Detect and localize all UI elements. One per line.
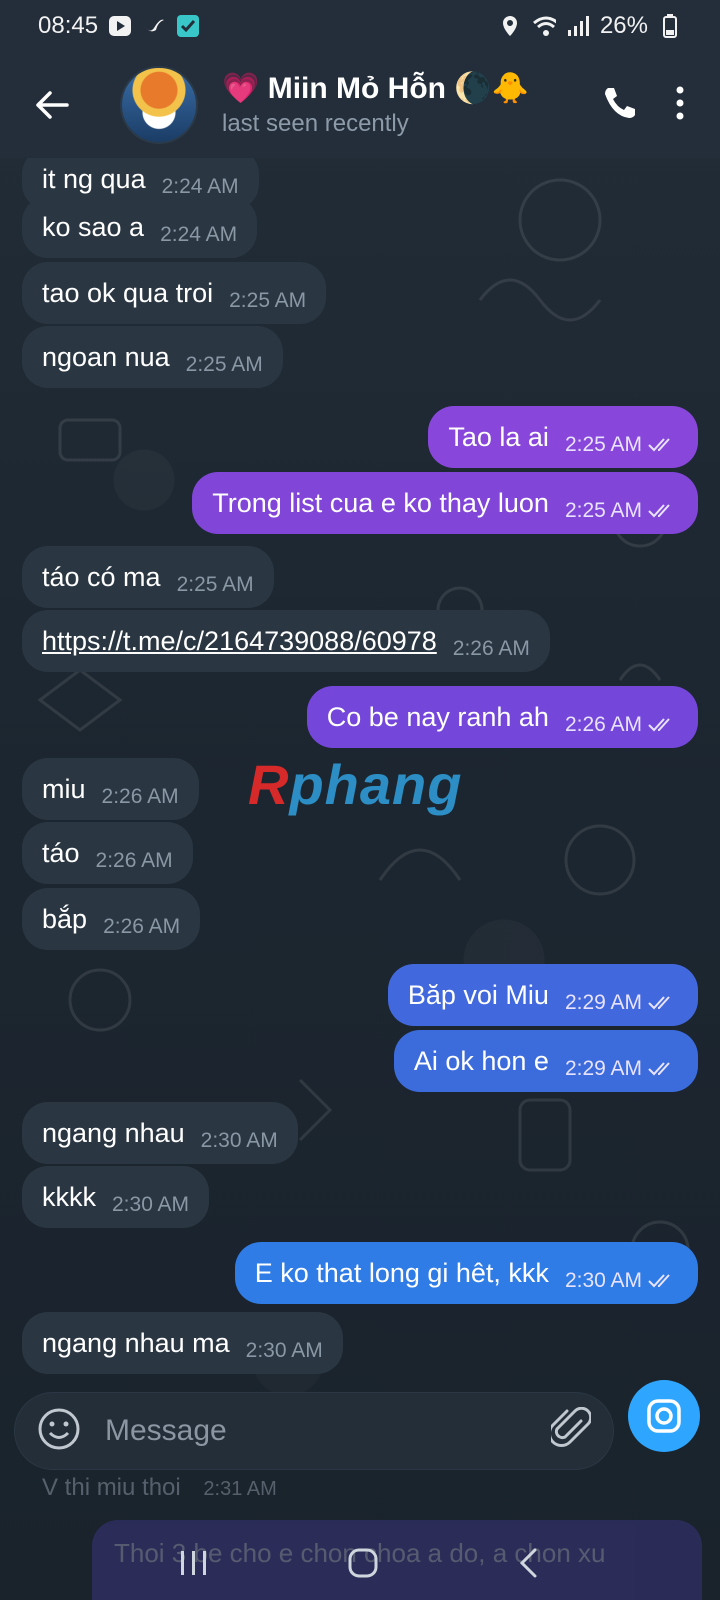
message-time: 2:25 AM xyxy=(176,573,254,596)
message-incoming[interactable]: tao ok qua troi 2:25 AM xyxy=(22,262,327,324)
message-text: ngang nhau ma xyxy=(42,1327,230,1358)
hidden-message-preview: V thi miu thoi 2:31 AM xyxy=(42,1474,277,1502)
chat-title-block[interactable]: 💗 Miin Mỏ Hỗn 🌘🐥 last seen recently xyxy=(222,70,529,140)
double-check-icon xyxy=(648,1061,678,1077)
watermark-rest: phang xyxy=(289,753,463,816)
message-incoming[interactable]: táo có ma 2:25 AM xyxy=(22,546,274,608)
message-text: Tao la ai xyxy=(448,421,549,452)
check-app-icon xyxy=(176,14,200,38)
message-time: 2:30 AM xyxy=(200,1129,278,1152)
message-text: E ko that long gi hêt, kkk xyxy=(254,1257,549,1288)
message-incoming[interactable]: miu 2:26 AM xyxy=(22,758,199,820)
contact-name: Miin Mỏ Hỗn xyxy=(267,72,446,105)
battery-percent: 26% xyxy=(599,12,648,39)
message-incoming[interactable]: https://t.me/c/2164739088/60978 2:26 AM xyxy=(22,610,550,672)
signal-icon xyxy=(566,14,590,38)
avatar[interactable] xyxy=(120,66,198,144)
message-text: tao ok qua troi xyxy=(42,277,214,308)
title-suffix-emoji: 🌘🐥 xyxy=(454,72,530,105)
double-check-icon xyxy=(648,503,678,519)
system-nav-bar xyxy=(0,1530,720,1600)
message-time: 2:25 AM xyxy=(564,433,642,456)
message-incoming[interactable]: ngang nhau ma 2:30 AM xyxy=(22,1312,343,1374)
location-icon xyxy=(498,14,522,38)
message-outgoing[interactable]: Ai ok hon e 2:29 AM xyxy=(393,1030,698,1092)
message-time: 2:25 AM xyxy=(185,353,263,376)
chat-title: 💗 Miin Mỏ Hỗn 🌘🐥 xyxy=(222,70,529,108)
message-input[interactable] xyxy=(105,1414,505,1448)
message-time: 2:30 AM xyxy=(564,1269,642,1292)
message-text: it ng qua xyxy=(42,163,146,194)
message-composer xyxy=(14,1392,614,1470)
message-incoming[interactable]: ngang nhau 2:30 AM xyxy=(22,1102,298,1164)
camera-icon xyxy=(647,1399,681,1433)
title-prefix-emoji: 💗 xyxy=(222,72,260,105)
message-text: Băp voi Miu xyxy=(407,979,549,1010)
more-options-icon[interactable] xyxy=(676,86,684,125)
message-time: 2:29 AM xyxy=(564,991,642,1014)
double-check-icon xyxy=(648,995,678,1011)
camera-button[interactable] xyxy=(628,1380,700,1452)
message-incoming[interactable]: kkkk 2:30 AM xyxy=(22,1166,210,1228)
message-time: 2:24 AM xyxy=(160,223,238,246)
message-text: ngoan nua xyxy=(42,341,170,372)
message-time: 2:26 AM xyxy=(101,785,179,808)
message-outgoing[interactable]: Co be nay ranh ah 2:26 AM xyxy=(306,686,698,748)
message-time: 2:26 AM xyxy=(95,849,173,872)
message-outgoing[interactable]: Băp voi Miu 2:29 AM xyxy=(387,964,698,1026)
message-outgoing[interactable]: Tao la ai 2:25 AM xyxy=(428,406,698,468)
message-text: Ai ok hon e xyxy=(413,1045,549,1076)
message-time: 2:30 AM xyxy=(245,1339,323,1362)
phone-icon[interactable] xyxy=(600,85,636,126)
battery-icon xyxy=(658,14,682,38)
message-time: 2:26 AM xyxy=(564,713,642,736)
attach-icon[interactable] xyxy=(548,1406,593,1456)
watermark-first-letter: R xyxy=(248,753,290,816)
message-text: bắp xyxy=(42,903,88,934)
message-incoming[interactable]: ko sao a 2:24 AM xyxy=(22,196,258,258)
double-check-icon xyxy=(648,1273,678,1289)
watermark-logo: Rphang xyxy=(248,752,462,817)
message-incoming[interactable]: táo 2:26 AM xyxy=(22,822,193,884)
recent-apps-icon[interactable] xyxy=(179,1549,209,1582)
message-text: táo có ma xyxy=(42,561,161,592)
chat-header: 💗 Miin Mỏ Hỗn 🌘🐥 last seen recently xyxy=(0,52,720,158)
message-time: 2:26 AM xyxy=(452,637,530,660)
message-time: 2:26 AM xyxy=(103,915,181,938)
message-incoming[interactable]: ngoan nua 2:25 AM xyxy=(22,326,283,388)
message-text: kkkk xyxy=(42,1181,96,1212)
message-outgoing[interactable]: Trong list cua e ko thay luon 2:25 AM xyxy=(192,472,698,534)
message-text: ngang nhau xyxy=(42,1117,185,1148)
message-text: miu xyxy=(42,773,86,804)
last-seen-status: last seen recently xyxy=(222,110,409,137)
arrow-left-icon xyxy=(36,91,69,119)
message-time: 2:30 AM xyxy=(112,1193,190,1216)
message-text: Trong list cua e ko thay luon xyxy=(212,487,549,518)
nav-back-icon[interactable] xyxy=(517,1547,541,1584)
message-text: táo xyxy=(42,837,80,868)
hidden-message-text: V thi miu thoi xyxy=(42,1474,181,1501)
play-icon xyxy=(108,14,132,38)
emoji-icon[interactable] xyxy=(37,1407,81,1456)
message-outgoing[interactable]: E ko that long gi hêt, kkk 2:30 AM xyxy=(234,1242,698,1304)
message-text: ko sao a xyxy=(42,211,145,242)
status-time: 08:45 xyxy=(38,12,99,39)
bird-icon xyxy=(142,14,166,38)
message-link[interactable]: https://t.me/c/2164739088/60978 xyxy=(42,626,437,657)
message-text: Co be nay ranh ah xyxy=(326,701,549,732)
double-check-icon xyxy=(648,717,678,733)
home-icon[interactable] xyxy=(347,1547,379,1584)
back-button[interactable] xyxy=(22,75,82,135)
message-time: 2:25 AM xyxy=(564,499,642,522)
status-bar: 08:45 26% xyxy=(0,0,720,52)
wifi-icon xyxy=(532,14,556,38)
message-incoming[interactable]: bắp 2:26 AM xyxy=(22,888,201,950)
double-check-icon xyxy=(648,437,678,453)
hidden-message-time: 2:31 AM xyxy=(203,1478,277,1500)
message-time: 2:29 AM xyxy=(564,1057,642,1080)
message-time: 2:25 AM xyxy=(229,289,307,312)
